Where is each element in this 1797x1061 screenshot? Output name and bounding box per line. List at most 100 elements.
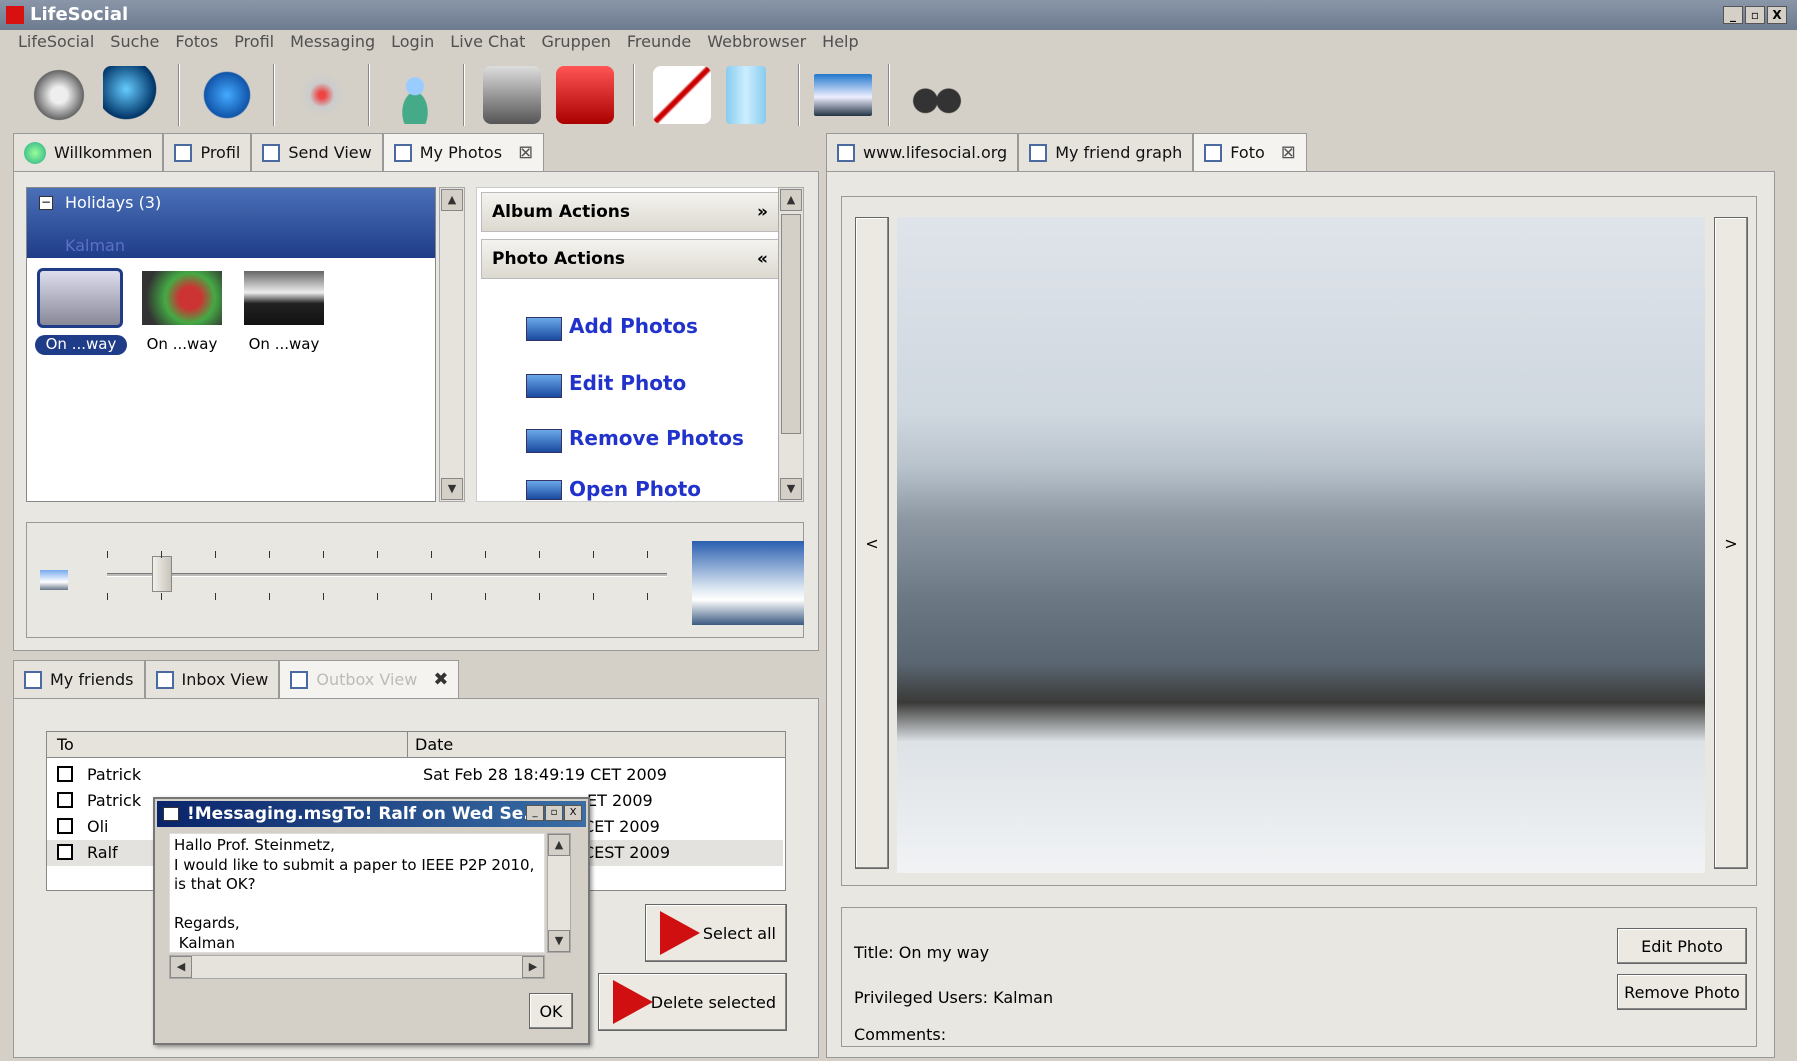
menu-login[interactable]: Login — [383, 30, 442, 56]
next-photo-button[interactable]: > — [1714, 217, 1748, 869]
tab-willkommen[interactable]: Willkommen — [13, 133, 164, 171]
table-header: To Date — [47, 732, 785, 758]
edit-pencil-icon[interactable] — [653, 66, 711, 124]
add-photos-button[interactable]: Add Photos — [569, 314, 698, 338]
photo-thumbnail[interactable] — [244, 271, 324, 325]
dialog-close-button[interactable]: X — [564, 805, 582, 821]
menu-profil[interactable]: Profil — [226, 30, 282, 56]
slider-tick — [107, 551, 108, 558]
maximize-button[interactable]: ▫ — [1745, 6, 1765, 24]
scroll-up-icon[interactable]: ▲ — [548, 834, 570, 856]
album-header[interactable]: − Holidays (3) Kalman — [27, 188, 435, 258]
close-tab-icon[interactable]: ✖ — [433, 669, 448, 690]
menu-fotos[interactable]: Fotos — [167, 30, 226, 56]
column-header-to[interactable]: To — [57, 735, 74, 754]
table-row[interactable]: Patrick Sat Feb 28 18:49:19 CET 2009 — [47, 762, 783, 788]
slider-tick — [215, 593, 216, 600]
minimize-button[interactable]: _ — [1723, 6, 1743, 24]
column-header-date[interactable]: Date — [415, 735, 453, 754]
network-icon[interactable] — [293, 66, 351, 124]
open-photo-button[interactable]: Open Photo — [569, 477, 701, 501]
collapse-icon[interactable]: − — [39, 196, 53, 210]
actions-scrollbar[interactable]: ▲ ▼ — [778, 187, 804, 502]
right-tab-strip: www.lifesocial.org My friend graph Foto ⊠ — [826, 133, 1307, 171]
prev-photo-button[interactable]: < — [855, 217, 889, 869]
tab-outbox-view[interactable]: Outbox View ✖ — [279, 660, 460, 698]
close-tab-icon[interactable]: ⊠ — [518, 142, 533, 163]
dialog-minimize-button[interactable]: _ — [526, 805, 544, 821]
album-actions-header[interactable]: Album Actions » — [481, 192, 781, 232]
dialog-hscrollbar[interactable]: ◀ ▶ — [169, 955, 545, 979]
scroll-down-icon[interactable]: ▼ — [780, 478, 802, 500]
scroll-left-icon[interactable]: ◀ — [170, 956, 192, 978]
menu-gruppen[interactable]: Gruppen — [533, 30, 618, 56]
dialog-vscrollbar[interactable]: ▲ ▼ — [547, 833, 571, 953]
document-icon[interactable] — [726, 66, 766, 124]
menu-suche[interactable]: Suche — [102, 30, 167, 56]
users-icon[interactable] — [386, 66, 444, 124]
slider-tick — [323, 593, 324, 600]
settings-gear-icon[interactable] — [30, 66, 88, 124]
close-button[interactable]: X — [1767, 6, 1787, 24]
photo-thumbnail[interactable] — [142, 271, 222, 325]
menu-messaging[interactable]: Messaging — [282, 30, 383, 56]
window-title: LifeSocial — [30, 4, 129, 25]
red-arrow-icon — [660, 911, 700, 955]
menu-lifesocial[interactable]: LifeSocial — [10, 30, 102, 56]
slider-thumb[interactable] — [151, 556, 172, 592]
scroll-right-icon[interactable]: ▶ — [522, 956, 544, 978]
photo-actions-header[interactable]: Photo Actions « — [481, 239, 781, 279]
tab-label: www.lifesocial.org — [863, 143, 1008, 162]
dialog-maximize-button[interactable]: ▫ — [545, 805, 563, 821]
zoom-slider[interactable] — [107, 556, 667, 592]
tab-my-photos[interactable]: My Photos ⊠ — [382, 133, 545, 171]
slider-tick — [215, 551, 216, 558]
menu-live-chat[interactable]: Live Chat — [442, 30, 533, 56]
tab-my-friends[interactable]: My friends — [13, 660, 145, 698]
tab-friend-graph[interactable]: My friend graph — [1018, 133, 1194, 171]
photo-icon[interactable] — [814, 74, 872, 116]
tab-foto[interactable]: Foto ⊠ — [1193, 133, 1307, 171]
tab-send-view[interactable]: Send View — [251, 133, 383, 171]
menu-help[interactable]: Help — [814, 30, 866, 56]
foto-panel: < > Title: On my way Privileged Users: K… — [826, 171, 1775, 1058]
album-scrollbar[interactable]: ▲ ▼ — [439, 187, 465, 502]
scroll-up-icon[interactable]: ▲ — [441, 189, 463, 211]
menu-freunde[interactable]: Freunde — [619, 30, 699, 56]
chevron-down-icon: » — [757, 202, 768, 222]
edit-photo-details-button[interactable]: Edit Photo — [1617, 928, 1747, 964]
binoculars-icon[interactable] — [908, 66, 966, 124]
thumbnail-label: On ...way — [146, 335, 218, 353]
slider-tick — [269, 551, 270, 558]
menu-webbrowser[interactable]: Webbrowser — [699, 30, 814, 56]
scroll-thumb[interactable] — [781, 214, 801, 434]
scroll-down-icon[interactable]: ▼ — [441, 478, 463, 500]
browser-icon[interactable] — [198, 66, 256, 124]
slider-tick — [107, 593, 108, 600]
globe-icon[interactable] — [103, 66, 161, 124]
dialog-title-bar: !Messaging.msgTo! Ralf on Wed Se... — [157, 801, 586, 827]
tools-icon[interactable] — [483, 66, 541, 124]
row-to: Oli — [87, 817, 109, 836]
ok-button[interactable]: OK — [529, 993, 573, 1029]
tab-lifesocial-web[interactable]: www.lifesocial.org — [826, 133, 1019, 171]
remove-photo-button[interactable]: Remove Photo — [1617, 974, 1747, 1010]
tab-inbox-view[interactable]: Inbox View — [144, 660, 280, 698]
lock-icon[interactable] — [556, 66, 614, 124]
edit-photo-button[interactable]: Edit Photo — [569, 371, 686, 395]
delete-selected-button[interactable]: Delete selected — [598, 973, 787, 1031]
photo-thumbnail[interactable] — [37, 268, 123, 328]
row-checkbox[interactable] — [57, 766, 73, 782]
row-checkbox[interactable] — [57, 844, 73, 860]
close-tab-icon[interactable]: ⊠ — [1281, 142, 1296, 163]
scroll-up-icon[interactable]: ▲ — [780, 189, 802, 211]
row-checkbox[interactable] — [57, 818, 73, 834]
remove-photos-button[interactable]: Remove Photos — [569, 426, 744, 450]
scroll-down-icon[interactable]: ▼ — [548, 930, 570, 952]
tab-profil[interactable]: Profil — [163, 133, 252, 171]
message-text-area[interactable]: Hallo Prof. Steinmetz, I would like to s… — [169, 833, 545, 953]
album-user-label: Kalman — [65, 236, 125, 255]
row-checkbox[interactable] — [57, 792, 73, 808]
row-to: Patrick — [87, 765, 142, 784]
select-all-button[interactable]: Select all — [645, 904, 787, 962]
